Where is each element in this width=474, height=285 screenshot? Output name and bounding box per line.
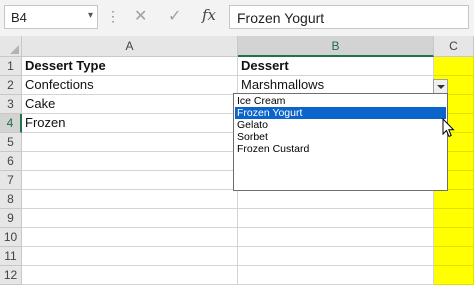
row-header-2[interactable]: 2 <box>0 76 22 95</box>
row-header-7[interactable]: 7 <box>0 171 22 190</box>
mouse-cursor-icon <box>442 118 455 138</box>
cell-a6[interactable] <box>22 152 238 171</box>
cell-c12[interactable] <box>434 266 474 285</box>
column-header-a[interactable]: A <box>22 36 238 57</box>
dropdown-arrow-icon <box>437 85 445 89</box>
row-header-9[interactable]: 9 <box>0 209 22 228</box>
cell-b9[interactable] <box>238 209 434 228</box>
formula-buttons: ✕ ✓ fx <box>124 5 224 29</box>
cell-a12[interactable] <box>22 266 238 285</box>
row-header-10[interactable]: 10 <box>0 228 22 247</box>
cell-c1[interactable] <box>434 57 474 76</box>
cell-b8[interactable] <box>238 190 434 209</box>
chevron-down-icon[interactable]: ▾ <box>88 10 93 21</box>
row-header-1[interactable]: 1 <box>0 57 22 76</box>
dropdown-option[interactable]: Ice Cream <box>235 95 446 107</box>
dropdown-list: Ice Cream Frozen Yogurt Gelato Sorbet Frozen… <box>233 93 448 191</box>
row-header-4[interactable]: 4 <box>0 114 22 133</box>
cell-a5[interactable] <box>22 133 238 152</box>
cell-c10[interactable] <box>434 228 474 247</box>
row-header-11[interactable]: 11 <box>0 247 22 266</box>
cell-a10[interactable] <box>22 228 238 247</box>
more-options-icon[interactable]: ⋮ <box>106 8 120 25</box>
cell-a9[interactable] <box>22 209 238 228</box>
cell-b11[interactable] <box>238 247 434 266</box>
row-header-5[interactable]: 5 <box>0 133 22 152</box>
cell-a8[interactable] <box>22 190 238 209</box>
name-box[interactable]: B4 ▾ <box>4 5 98 29</box>
dropdown-button[interactable] <box>433 79 448 94</box>
formula-bar: B4 ▾ ⋮ ✕ ✓ fx Frozen Yogurt <box>0 0 474 36</box>
row-header-6[interactable]: 6 <box>0 152 22 171</box>
cancel-icon[interactable]: ✕ <box>134 6 147 26</box>
cell-a4[interactable]: Frozen <box>22 114 238 133</box>
cell-b12[interactable] <box>238 266 434 285</box>
cell-a2[interactable]: Confections <box>22 76 238 95</box>
enter-icon[interactable]: ✓ <box>168 6 181 26</box>
cell-b1[interactable]: Dessert <box>238 57 434 76</box>
select-all-corner[interactable] <box>0 36 22 57</box>
insert-function-icon[interactable]: fx <box>202 6 216 24</box>
cell-c9[interactable] <box>434 209 474 228</box>
dropdown-option[interactable]: Frozen Custard <box>235 143 446 155</box>
formula-input[interactable]: Frozen Yogurt <box>229 5 469 29</box>
cell-a7[interactable] <box>22 171 238 190</box>
row-header-12[interactable]: 12 <box>0 266 22 285</box>
row-header-8[interactable]: 8 <box>0 190 22 209</box>
column-header-c[interactable]: C <box>434 36 474 57</box>
dropdown-option[interactable]: Sorbet <box>235 131 446 143</box>
cell-c8[interactable] <box>434 190 474 209</box>
formula-value: Frozen Yogurt <box>237 10 325 26</box>
cell-a11[interactable] <box>22 247 238 266</box>
select-all-icon <box>10 45 19 54</box>
cell-c11[interactable] <box>434 247 474 266</box>
name-box-value: B4 <box>11 10 27 25</box>
cell-a1[interactable]: Dessert Type <box>22 57 238 76</box>
dropdown-option[interactable]: Frozen Yogurt <box>235 107 446 119</box>
cell-a3[interactable]: Cake <box>22 95 238 114</box>
dropdown-option[interactable]: Gelato <box>235 119 446 131</box>
row-header-3[interactable]: 3 <box>0 95 22 114</box>
cell-b10[interactable] <box>238 228 434 247</box>
column-header-b[interactable]: B <box>238 36 434 57</box>
